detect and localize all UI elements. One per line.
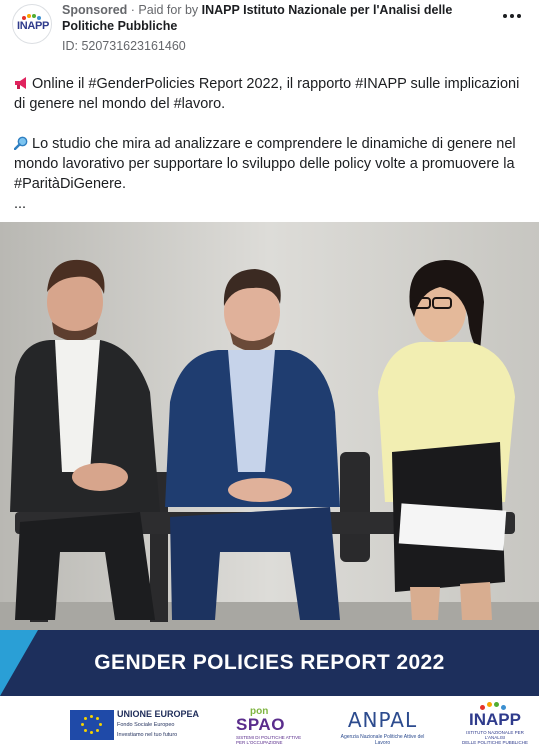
ad-id: ID: 520731623161460 [62,39,186,53]
magnifier-icon [14,136,28,150]
eu-title: UNIONE EUROPEA [117,709,200,719]
inapp-main: INAPP [469,710,521,729]
more-options-icon[interactable] [503,10,523,22]
post-paragraph-2-text: Lo studio che mira ad analizzare e compr… [14,136,516,192]
eu-sub1: Fondo Sociale Europeo [117,722,175,728]
inapp-logo: INAPP ISTITUTO NAZIONALE PER L'ANALISI D… [460,702,530,745]
inapp-sub1: ISTITUTO NAZIONALE PER L'ANALISI [466,730,524,740]
avatar-text: INAPP [16,20,50,32]
report-title-banner: GENDER POLICIES REPORT 2022 [0,630,539,696]
pon-sub: SISTEMI DI POLITICHE ATTIVE PER L'OCCUPA… [236,735,302,745]
report-title: GENDER POLICIES REPORT 2022 [94,651,445,674]
anpal-main: ANPAL [347,708,418,732]
inapp-dots-icon [480,702,510,710]
advertiser-avatar[interactable]: INAPP [12,4,52,44]
ad-post-card: INAPP Sponsored · Paid for by INAPP Isti… [0,0,539,749]
separator: · [127,3,139,17]
eu-logo-text: UNIONE EUROPEA Fondo Sociale Europeo Inv… [117,709,212,739]
see-more-ellipsis[interactable]: ... [14,194,529,214]
ad-creative-image[interactable]: GENDER POLICIES REPORT 2022 UNIONE EUROP… [0,222,539,749]
partner-logos-strip: UNIONE EUROPEA Fondo Sociale Europeo Inv… [0,696,539,749]
sponsored-label: Sponsored [62,3,128,17]
anpal-logo: ANPAL Agenzia Nazionale Politiche Attive… [335,708,430,746]
post-text: Online il #GenderPolicies Report 2022, i… [14,74,529,214]
megaphone-icon [15,77,26,89]
eu-sub2: Investiamo nel tuo futuro [117,732,178,738]
pon-main: SPAO [236,715,285,734]
post-paragraph-1-text: Online il #GenderPolicies Report 2022, i… [14,76,520,112]
eu-flag-icon [70,710,114,740]
post-header: INAPP Sponsored · Paid for by INAPP Isti… [0,0,539,62]
pon-spao-logo: pon SPAO SISTEMI DI POLITICHE ATTIVE PER… [222,706,304,745]
post-paragraph-1: Online il #GenderPolicies Report 2022, i… [14,74,529,114]
anpal-sub: Agenzia Nazionale Politiche Attive del L… [340,734,425,746]
post-paragraph-2: Lo studio che mira ad analizzare e compr… [14,134,529,194]
paid-for-prefix: Paid for by [138,3,202,17]
sponsor-line: Sponsored · Paid for by INAPP Istituto N… [62,2,492,34]
inapp-sub2: DELLE POLITICHE PUBBLICHE [461,740,529,745]
